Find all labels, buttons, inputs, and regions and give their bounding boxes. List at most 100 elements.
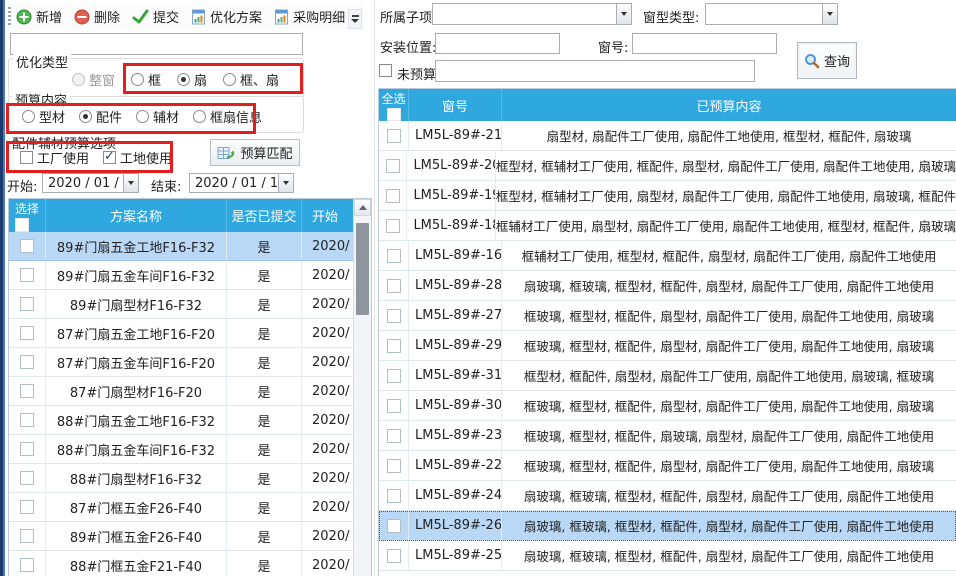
window-table-row[interactable]: LM5L-89#-26F24扇玻璃, 框玻璃, 框型材, 框配件, 扇型材, 扇… [379, 511, 956, 541]
row-checkbox[interactable] [20, 384, 34, 398]
window-no: LM5L-89#-23F21 [409, 421, 502, 450]
budget-match-button[interactable]: 预算匹配 [210, 139, 300, 166]
query-button[interactable]: 查询 [797, 42, 857, 79]
radio-label: 整窗 [89, 70, 115, 89]
plan-table-row[interactable]: 89#门扇五金车间F16-F32是2020/0 [9, 261, 355, 290]
opt-type-radio[interactable]: 框、扇 [223, 70, 279, 89]
row-checkbox[interactable] [20, 413, 34, 427]
sub-item-dropdown-button[interactable] [616, 4, 631, 24]
row-checkbox[interactable] [386, 159, 400, 173]
plan-table-row[interactable]: 88#门框五金F21-F40是2020/0 [9, 551, 355, 576]
window-table-row[interactable]: LM5L-89#-28F26扇玻璃, 框玻璃, 框型材, 框配件, 扇型材, 扇… [379, 271, 956, 301]
usage-checkbox-item[interactable]: 工地使用 [103, 148, 172, 167]
window-table-row[interactable]: LM5L-89#-23F21框玻璃, 框型材, 框配件, 扇玻璃, 扇型材, 扇… [379, 421, 956, 451]
row-checkbox[interactable] [387, 549, 401, 563]
budget-content-radio[interactable]: 配件 [79, 107, 122, 126]
select-all-checkbox[interactable] [15, 218, 29, 232]
row-checkbox[interactable] [20, 326, 34, 340]
window-no-input[interactable] [632, 33, 777, 54]
no-budget-input[interactable] [435, 60, 755, 82]
plan-start-date: 2020/0 [302, 551, 350, 576]
window-table-row[interactable]: LM5L-89#-18F16框辅材工厂使用, 扇型材, 扇配件工厂使用, 扇配件… [379, 211, 956, 241]
row-checkbox[interactable] [387, 429, 401, 443]
delete-button[interactable]: 删除 [74, 7, 120, 26]
opt-type-radio[interactable]: 整窗 [72, 70, 115, 89]
window-table-row[interactable]: LM5L-89#-30F28框玻璃, 框型材, 框配件, 扇型材, 扇配件工厂使… [379, 391, 956, 421]
window-type-select[interactable] [705, 3, 838, 25]
delete-label: 删除 [94, 7, 120, 26]
window-table-row[interactable]: LM5L-89#-22F20框玻璃, 框型材, 框配件, 扇型材, 扇配件工厂使… [379, 451, 956, 481]
date-start-picker[interactable]: 2020 / 01 / 1 [42, 173, 139, 193]
row-checkbox[interactable] [20, 471, 34, 485]
row-checkbox[interactable] [20, 442, 34, 456]
row-checkbox[interactable] [20, 500, 34, 514]
row-checkbox[interactable] [20, 355, 34, 369]
row-checkbox[interactable] [387, 369, 401, 383]
window-table-row[interactable]: LM5L-89#-27F25框玻璃, 框型材, 框配件, 扇型材, 扇配件工厂使… [379, 301, 956, 331]
row-checkbox[interactable] [20, 297, 34, 311]
plan-table-row[interactable]: 89#门扇五金工地F16-F32是2020/0 [9, 232, 355, 261]
plan-table-scrollbar[interactable] [353, 199, 371, 576]
plan-table-row[interactable]: 88#门扇五金车间F16-F32是2020/0 [9, 435, 355, 464]
plan-table-row[interactable]: 88#门扇五金工地F16-F32是2020/0 [9, 406, 355, 435]
window-select-cell [379, 481, 409, 510]
purchase-detail-button[interactable]: 采购明细 [274, 7, 359, 26]
toolbar-overflow-button[interactable] [348, 9, 362, 29]
row-checkbox[interactable] [20, 268, 34, 282]
row-checkbox[interactable] [20, 239, 34, 253]
window-type-dropdown-button[interactable] [822, 4, 837, 24]
window-table-row[interactable]: LM5L-89#-20F18框型材, 框辅材工厂使用, 框配件, 扇型材, 扇配… [379, 151, 956, 181]
plan-table-row[interactable]: 87#门扇五金车间F16-F20是2020/0 [9, 348, 355, 377]
window-table-row[interactable]: LM5L-89#-19F17框型材, 框辅材工厂使用, 扇型材, 扇配件工厂使用… [379, 181, 956, 211]
opt-type-radio[interactable]: 扇 [177, 70, 207, 89]
row-checkbox[interactable] [387, 459, 401, 473]
row-checkbox[interactable] [387, 399, 401, 413]
window-table-row[interactable]: LM5L-89#-21F19扇型材, 扇配件工厂使用, 扇配件工地使用, 框型材… [379, 121, 956, 151]
chevron-down-icon [621, 12, 627, 16]
window-table-row[interactable]: LM5L-89#-31F29框型材, 框配件, 扇型材, 扇配件工厂使用, 扇配… [379, 361, 956, 391]
row-checkbox[interactable] [387, 129, 401, 143]
plan-table-row[interactable]: 87#门扇五金工地F16-F20是2020/0 [9, 319, 355, 348]
date-end-dropdown-button[interactable] [278, 174, 293, 192]
budget-content-radio[interactable]: 型材 [22, 107, 65, 126]
row-checkbox[interactable] [386, 189, 400, 203]
optimize-plan-button[interactable]: 优化方案 [191, 7, 262, 26]
plan-table-row[interactable]: 89#门框五金F26-F40是2020/0 [9, 522, 355, 551]
no-budget-checkbox[interactable] [379, 64, 392, 77]
row-checkbox[interactable] [20, 529, 34, 543]
sub-item-select[interactable] [432, 3, 632, 25]
report-icon [191, 9, 206, 25]
add-button[interactable]: 新增 [16, 7, 62, 26]
row-checkbox[interactable] [386, 219, 400, 233]
row-checkbox[interactable] [387, 279, 401, 293]
window-table-row[interactable]: LM5L-89#-29F27框玻璃, 框型材, 框配件, 扇型材, 扇配件工厂使… [379, 331, 956, 361]
budget-content-radio[interactable]: 框扇信息 [193, 107, 262, 126]
scroll-up-button[interactable] [354, 199, 371, 216]
row-checkbox[interactable] [387, 249, 401, 263]
panel-splitter[interactable] [374, 0, 375, 576]
plan-table-row[interactable]: 87#门框五金F26-F40是2020/0 [9, 493, 355, 522]
row-checkbox[interactable] [387, 339, 401, 353]
row-checkbox[interactable] [387, 489, 401, 503]
window-table-row[interactable]: LM5L-89#-16F15框辅材工厂使用, 框型材, 框配件, 扇型材, 扇配… [379, 241, 956, 271]
plan-table-row[interactable]: 89#门扇型材F16-F32是2020/0 [9, 290, 355, 319]
plan-name: 87#门扇五金车间F16-F20 [46, 348, 227, 376]
select-all-checkbox[interactable] [387, 108, 401, 121]
opt-type-radio[interactable]: 框 [131, 70, 161, 89]
toolbar-grip-icon[interactable] [8, 7, 11, 26]
row-checkbox[interactable] [20, 558, 34, 572]
date-start-dropdown-button[interactable] [123, 174, 138, 192]
plan-table-row[interactable]: 88#门扇型材F16-F32是2020/0 [9, 464, 355, 493]
date-end-picker[interactable]: 2020 / 01 / 13 [189, 173, 294, 193]
submit-button[interactable]: 提交 [132, 7, 179, 26]
budget-content: 框辅材工厂使用, 扇型材, 扇配件工厂使用, 扇配件工地使用, 框型材, 框配件… [496, 211, 956, 240]
row-checkbox[interactable] [387, 309, 401, 323]
row-checkbox[interactable] [387, 519, 401, 533]
window-table-row[interactable]: LM5L-89#-25F23扇玻璃, 框玻璃, 框型材, 框配件, 扇型材, 扇… [379, 541, 956, 571]
usage-checkbox-item[interactable]: 工厂使用 [20, 148, 89, 167]
window-table-row[interactable]: LM5L-89#-24F22扇玻璃, 框玻璃, 框型材, 框配件, 扇型材, 扇… [379, 481, 956, 511]
budget-content-radio[interactable]: 辅材 [136, 107, 179, 126]
plan-table-row[interactable]: 87#门扇型材F16-F20是2020/0 [9, 377, 355, 406]
scrollbar-thumb[interactable] [356, 223, 369, 315]
install-pos-input[interactable] [435, 33, 560, 54]
